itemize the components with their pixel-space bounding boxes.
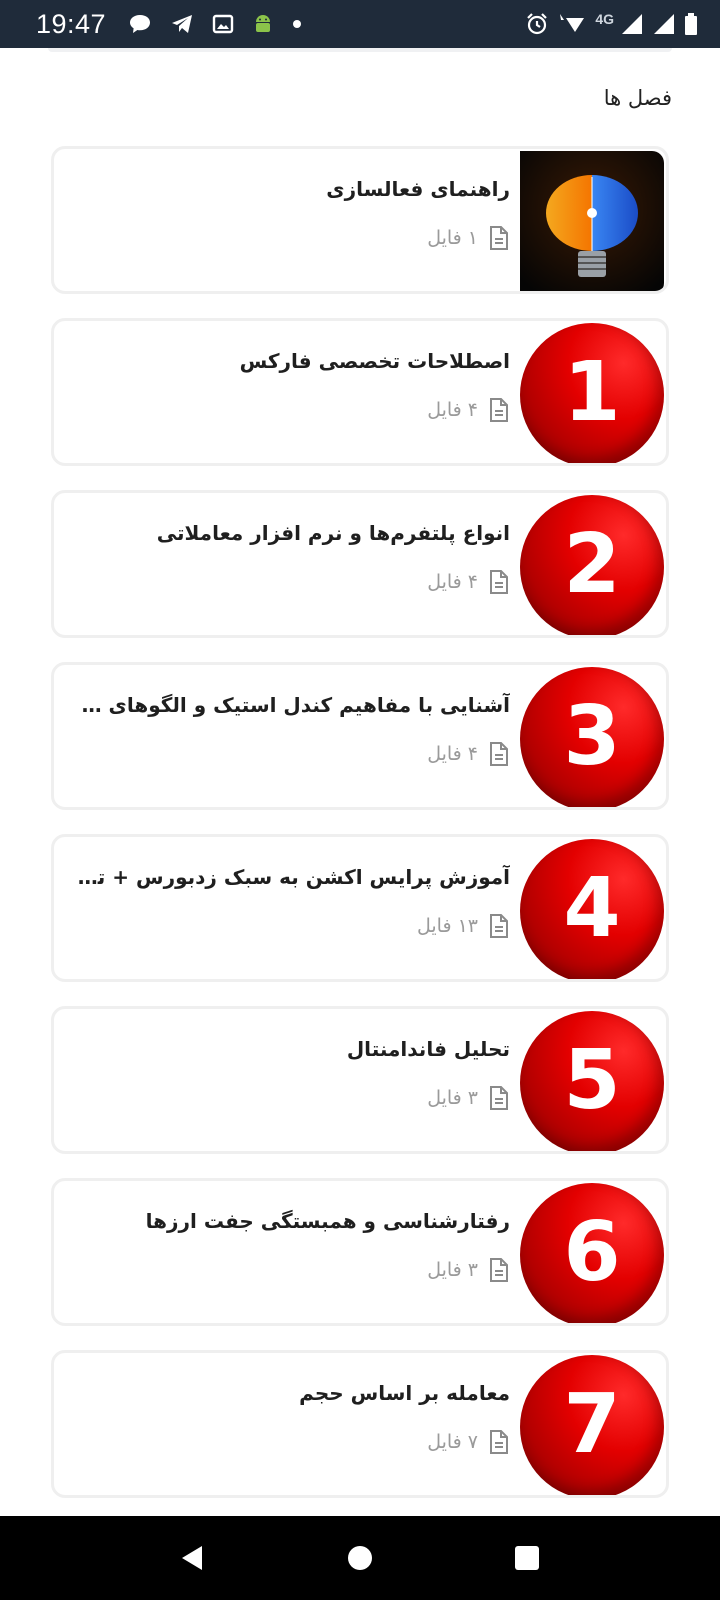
telegram-icon [170, 13, 194, 35]
chapter-thumbnail: 1 [520, 323, 664, 463]
back-icon[interactable] [163, 1528, 223, 1588]
chapter-title: آموزش پرایس اکشن به سبک زدبورس + ترید لا… [70, 865, 510, 889]
chapter-number-badge: 2 [520, 495, 664, 635]
chapter-thumbnail: 4 [520, 839, 664, 979]
chapter-thumbnail: 7 [520, 1355, 664, 1495]
chapter-number-badge: 4 [520, 839, 664, 979]
android-icon [252, 13, 274, 35]
file-icon [488, 397, 510, 423]
top-divider [48, 48, 672, 52]
chapter-file-count: ۳ فایل [427, 1087, 478, 1109]
chapter-text: انواع پلتفرم‌ها و نرم افزار معاملاتی ۴ فا… [70, 511, 510, 595]
file-icon [488, 1429, 510, 1455]
chapter-file-count: ۴ فایل [427, 743, 478, 765]
chapter-file-count: ۴ فایل [427, 399, 478, 421]
chapter-text: راهنمای فعالسازی ۱ فایل [70, 167, 510, 251]
chapter-number: 1 [563, 345, 621, 440]
chapter-text: اصطلاحات تخصصی فارکس ۴ فایل [70, 339, 510, 423]
chapter-card[interactable]: 3 آشنایی با مفاهیم کندل استیک و الگوهای ک… [51, 662, 669, 810]
chapter-meta: ۱۳ فایل [70, 913, 510, 939]
chapter-meta: ۷ فایل [70, 1429, 510, 1455]
file-icon [488, 913, 510, 939]
chapter-file-count: ۱ فایل [427, 227, 478, 249]
chapter-file-count: ۴ فایل [427, 571, 478, 593]
battery-icon [684, 12, 698, 36]
chapter-title: تحلیل فاندامنتال [346, 1037, 510, 1061]
chapter-number-badge: 3 [520, 667, 664, 807]
section-title: فصل ها [603, 86, 672, 110]
file-icon [488, 225, 510, 251]
navigation-bar [0, 1516, 720, 1600]
chapter-title: انواع پلتفرم‌ها و نرم افزار معاملاتی [156, 521, 510, 545]
chapter-number: 3 [563, 689, 621, 784]
chapter-number: 6 [563, 1205, 621, 1300]
network-type-label: 4G [595, 11, 614, 27]
chapter-card[interactable]: 5 تحلیل فاندامنتال ۳ فایل [51, 1006, 669, 1154]
gallery-icon [212, 13, 234, 35]
chapter-thumbnail: 6 [520, 1183, 664, 1323]
chapter-number-badge: 6 [520, 1183, 664, 1323]
chapter-thumbnail-image [520, 151, 664, 291]
recents-icon[interactable] [497, 1528, 557, 1588]
file-icon [488, 1257, 510, 1283]
file-icon [488, 741, 510, 767]
chapter-card[interactable]: 7 معامله بر اساس حجم ۷ فایل [51, 1350, 669, 1498]
chapter-thumbnail: 5 [520, 1011, 664, 1151]
chapter-text: آموزش پرایس اکشن به سبک زدبورس + ترید لا… [70, 855, 510, 939]
chapter-card[interactable]: راهنمای فعالسازی ۱ فایل [51, 146, 669, 294]
chapter-card[interactable]: 6 رفتارشناسی و همبستگی جفت ارزها ۳ فایل [51, 1178, 669, 1326]
chapter-number-badge: 7 [520, 1355, 664, 1495]
chapter-card[interactable]: 1 اصطلاحات تخصصی فارکس ۴ فایل [51, 318, 669, 466]
chapter-number-badge: 1 [520, 323, 664, 463]
signal-icon [620, 12, 644, 36]
chapter-title: معامله بر اساس حجم [299, 1381, 510, 1405]
chapter-text: آشنایی با مفاهیم کندل استیک و الگوهای کن… [70, 683, 510, 767]
dot-icon [292, 19, 302, 29]
chapter-thumbnail [520, 151, 664, 291]
chapter-title: رفتارشناسی و همبستگی جفت ارزها [145, 1209, 510, 1233]
system-status-icons: 4G [525, 11, 698, 36]
notification-icons [128, 13, 302, 35]
chapter-number: 2 [563, 517, 621, 612]
chapter-meta: ۳ فایل [70, 1257, 510, 1283]
chat-bubble-icon [128, 13, 152, 35]
chapter-thumbnail: 3 [520, 667, 664, 807]
chapter-number: 4 [563, 861, 621, 956]
wifi-icon [557, 12, 587, 36]
chapter-title: اصطلاحات تخصصی فارکس [239, 349, 510, 373]
chapter-card[interactable]: 4 آموزش پرایس اکشن به سبک زدبورس + ترید ل… [51, 834, 669, 982]
chapter-title: راهنمای فعالسازی [326, 177, 510, 201]
chapter-number: 7 [563, 1377, 621, 1472]
file-icon [488, 1085, 510, 1111]
chapter-text: رفتارشناسی و همبستگی جفت ارزها ۳ فایل [70, 1199, 510, 1283]
chapter-title: آشنایی با مفاهیم کندل استیک و الگوهای کن… [70, 693, 510, 717]
chapter-text: تحلیل فاندامنتال ۳ فایل [70, 1027, 510, 1111]
chapter-file-count: ۱۳ فایل [416, 915, 478, 937]
chapter-number: 5 [563, 1033, 621, 1128]
chapter-meta: ۴ فایل [70, 397, 510, 423]
status-time: 19:47 [36, 8, 107, 39]
file-icon [488, 569, 510, 595]
chapter-meta: ۳ فایل [70, 1085, 510, 1111]
home-icon[interactable] [330, 1528, 390, 1588]
chapter-text: معامله بر اساس حجم ۷ فایل [70, 1371, 510, 1455]
chapter-meta: ۱ فایل [70, 225, 510, 251]
chapter-meta: ۴ فایل [70, 741, 510, 767]
chapter-number-badge: 5 [520, 1011, 664, 1151]
chapter-meta: ۴ فایل [70, 569, 510, 595]
signal-icon [652, 12, 676, 36]
chapter-card[interactable]: 2 انواع پلتفرم‌ها و نرم افزار معاملاتی ۴ ف… [51, 490, 669, 638]
chapter-list: راهنمای فعالسازی ۱ فایل 1 اصطلاحات تخصصی فا… [51, 146, 669, 1522]
chapter-file-count: ۷ فایل [427, 1431, 478, 1453]
alarm-icon [525, 12, 549, 36]
chapter-file-count: ۳ فایل [427, 1259, 478, 1281]
chapter-thumbnail: 2 [520, 495, 664, 635]
status-bar: 19:47 4G [0, 0, 720, 48]
